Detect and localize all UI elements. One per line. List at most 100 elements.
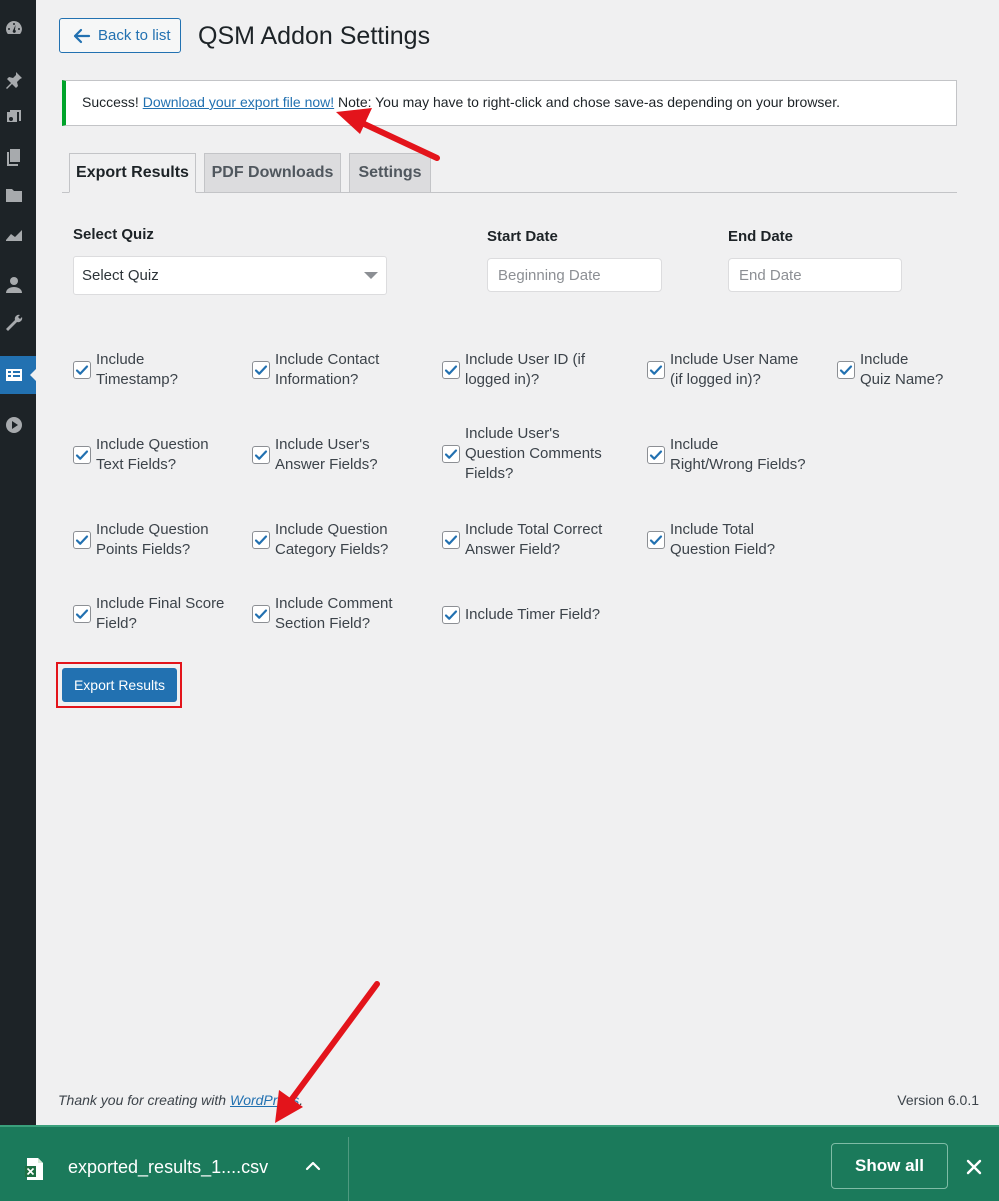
checkbox[interactable] (647, 531, 665, 549)
select-quiz-dropdown[interactable]: Select Quiz (73, 256, 387, 295)
browser-download-bar: exported_results_1....csv Show all (0, 1125, 999, 1201)
checkmark-icon (649, 365, 663, 375)
export-option-checkbox[interactable]: Include Comment Section Field? (252, 594, 393, 634)
tabs-divider (62, 192, 957, 193)
checkbox-label-line: Include (670, 436, 719, 453)
checkbox[interactable] (442, 606, 460, 624)
checkmark-icon (254, 450, 268, 460)
start-date-input[interactable] (487, 258, 662, 292)
checkbox-label: Include Quiz Name? (860, 350, 943, 390)
checkbox[interactable] (647, 446, 665, 464)
footer-thanks-prefix: Thank you for creating with (58, 1092, 227, 1108)
checkbox[interactable] (442, 361, 460, 379)
checkbox-label: Include Final Score Field? (96, 594, 224, 634)
export-option-checkbox[interactable]: Include Total Question Field? (647, 520, 775, 560)
checkmark-icon (75, 450, 89, 460)
checkbox-label: Include Question Category Fields? (275, 520, 388, 560)
success-notice: Success! Download your export file now! … (62, 80, 957, 126)
checkbox[interactable] (647, 361, 665, 379)
download-file-name[interactable]: exported_results_1....csv (68, 1157, 268, 1178)
checkbox[interactable] (252, 531, 270, 549)
checkbox[interactable] (252, 605, 270, 623)
checkbox-label-line: Section Field? (275, 615, 371, 632)
folder-icon[interactable] (4, 185, 24, 205)
export-option-checkbox[interactable]: Include Question Text Fields? (73, 435, 209, 475)
footer-thanks-suffix: . (299, 1092, 304, 1108)
tools-icon[interactable] (4, 313, 24, 333)
export-option-checkbox[interactable]: Include User Name (if logged in)? (647, 350, 798, 390)
checkbox-label-line: Text Fields? (96, 456, 177, 473)
checkbox[interactable] (442, 531, 460, 549)
export-option-checkbox[interactable]: Include Total Correct Answer Field? (442, 520, 602, 560)
export-option-checkbox[interactable]: Include Quiz Name? (837, 350, 943, 390)
checkmark-icon (444, 535, 458, 545)
checkbox[interactable] (442, 445, 460, 463)
tab-export-results[interactable]: Export Results (69, 153, 196, 193)
checkbox-label-line: Category Fields? (275, 541, 389, 558)
checkbox-label: Include User Name (if logged in)? (670, 350, 798, 390)
admin-sidebar (0, 0, 37, 1125)
checkbox-label: Include User's Answer Fields? (275, 435, 378, 475)
checkmark-icon (75, 365, 89, 375)
pin-icon[interactable] (4, 70, 24, 90)
chart-icon[interactable] (4, 224, 24, 244)
checkbox-label-line: Include Question (96, 436, 209, 453)
checkmark-icon (649, 450, 663, 460)
checkbox[interactable] (252, 361, 270, 379)
chevron-up-icon[interactable] (302, 1155, 324, 1177)
back-to-list-button[interactable]: Back to list (59, 18, 181, 53)
notice-prefix: Success! (82, 94, 139, 110)
export-option-checkbox[interactable]: Include Timer Field? (442, 605, 600, 625)
pages-icon[interactable] (4, 147, 24, 167)
export-option-checkbox[interactable]: Include Right/Wrong Fields? (647, 435, 806, 475)
end-date-input[interactable] (728, 258, 902, 292)
checkbox[interactable] (73, 361, 91, 379)
checkbox[interactable] (837, 361, 855, 379)
checkbox-label: Include Comment Section Field? (275, 594, 393, 634)
export-option-checkbox[interactable]: Include Final Score Field? (73, 594, 224, 634)
checkbox[interactable] (73, 605, 91, 623)
close-icon[interactable] (965, 1158, 983, 1176)
tab-pdf-downloads[interactable]: PDF Downloads (204, 153, 341, 193)
checkbox-label-line: Answer Field? (465, 541, 561, 558)
checkbox-label: Include Total Question Field? (670, 520, 775, 560)
media-icon[interactable] (4, 108, 24, 128)
wordpress-link[interactable]: WordPress (230, 1092, 299, 1108)
checkbox[interactable] (73, 531, 91, 549)
checkmark-icon (254, 365, 268, 375)
play-icon[interactable] (4, 415, 24, 435)
checkbox-label-line: Field? (96, 615, 137, 632)
active-pointer (30, 368, 37, 382)
checkmark-icon (444, 365, 458, 375)
show-all-button[interactable]: Show all (831, 1143, 948, 1189)
download-export-link[interactable]: Download your export file now! (143, 94, 334, 110)
checkbox-label: Include Timer Field? (465, 605, 600, 625)
export-option-checkbox[interactable]: Include Question Points Fields? (73, 520, 209, 560)
dashboard-icon[interactable] (4, 18, 24, 38)
checkbox-label-line: Right/Wrong Fields? (670, 456, 806, 473)
tab-settings[interactable]: Settings (349, 153, 431, 193)
notice-suffix: Note: You may have to right-click and ch… (338, 94, 840, 110)
checkbox[interactable] (252, 446, 270, 464)
export-option-checkbox[interactable]: Include Contact Information? (252, 350, 379, 390)
checkbox-label-line: Answer Fields? (275, 456, 378, 473)
checkbox-label-line: Fields? (465, 465, 514, 482)
checkmark-icon (254, 609, 268, 619)
page-title: QSM Addon Settings (198, 22, 431, 50)
checkbox-label-line: Information? (275, 371, 359, 388)
export-results-button[interactable]: Export Results (62, 668, 177, 702)
checkbox-label-line: Timestamp? (96, 371, 178, 388)
checkmark-icon (444, 610, 458, 620)
select-quiz-label: Select Quiz (73, 226, 154, 243)
checkbox-label-line: Include Contact (275, 351, 380, 368)
export-option-checkbox[interactable]: Include User's Question Comments Fields? (442, 424, 602, 484)
export-option-checkbox[interactable]: Include Timestamp? (73, 350, 178, 390)
export-option-checkbox[interactable]: Include User's Answer Fields? (252, 435, 378, 475)
users-icon[interactable] (4, 275, 24, 295)
checkbox[interactable] (73, 446, 91, 464)
export-option-checkbox[interactable]: Include Question Category Fields? (252, 520, 388, 560)
export-option-checkbox[interactable]: Include User ID (if logged in)? (442, 350, 585, 390)
excel-file-icon (25, 1158, 43, 1180)
checkbox-label-line: Include User's (275, 436, 370, 453)
checkbox-label-line: Include Timer Field? (465, 606, 601, 623)
